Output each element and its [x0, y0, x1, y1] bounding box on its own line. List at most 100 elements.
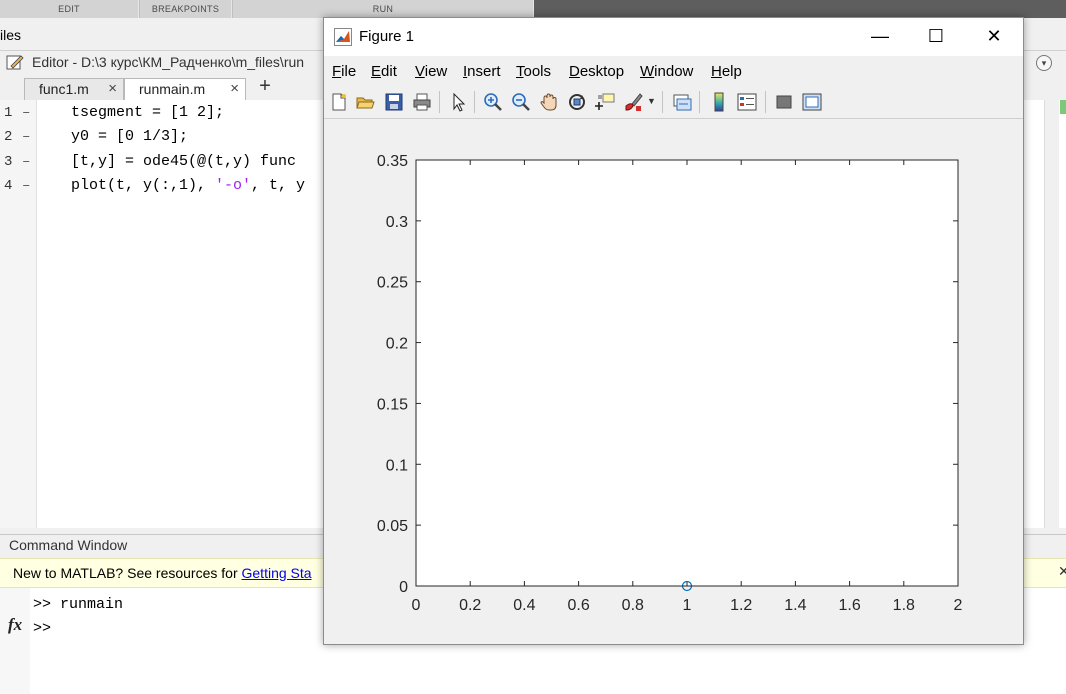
x-tick-label: 0 — [412, 597, 421, 614]
toolstrip-section-run: RUN — [233, 0, 533, 18]
x-tick-label: 1.4 — [784, 597, 806, 614]
function-browser-icon[interactable]: fx — [8, 615, 22, 635]
figure-window[interactable]: Figure 1 — ☐ ✕ File Edit View Insert Too… — [323, 17, 1024, 645]
close-icon[interactable]: × — [108, 80, 117, 97]
getting-started-link[interactable]: Getting Sta — [242, 565, 312, 581]
x-tick-label: 0.8 — [622, 597, 644, 614]
y-tick-label: 0.25 — [377, 275, 408, 292]
code-analyzer-status-icon[interactable] — [1060, 100, 1066, 114]
figure-title-bar[interactable]: Figure 1 — ☐ ✕ — [324, 18, 1023, 56]
toolstrip-section-edit: EDIT — [0, 0, 138, 18]
files-panel-label: iles — [0, 27, 22, 43]
y-tick-label: 0.05 — [377, 518, 408, 535]
tab-label: runmain.m — [139, 81, 206, 97]
editor-title: Editor - D:\3 курс\КМ_Радченко\m_files\r… — [32, 54, 305, 70]
editor-pencil-icon — [6, 55, 24, 70]
line-number: 4 — [4, 178, 13, 194]
toolbar-divider — [474, 91, 475, 113]
banner-text: New to MATLAB? See resources for Getting… — [13, 565, 312, 581]
desktop-background-strip — [534, 0, 1066, 18]
show-plot-tools-icon[interactable] — [802, 92, 822, 112]
chart-canvas[interactable]: 0 0.2 0.4 0.6 0.8 1 1.2 1.4 1.6 1.8 2 0 0.05 0.1 0.15 0… — [324, 119, 1023, 644]
legend-icon[interactable] — [737, 92, 757, 112]
menu-file[interactable]: File — [332, 63, 356, 80]
y-tick-label: 0.15 — [377, 396, 408, 413]
matlab-logo-icon — [334, 28, 352, 46]
x-tick-label: 0.6 — [567, 597, 589, 614]
y-tick-label: 0.35 — [377, 153, 408, 170]
breakpoint-dash[interactable]: – — [22, 154, 30, 170]
command-history-line: >> runmain — [33, 596, 124, 613]
tab-runmain[interactable]: runmain.m × — [124, 78, 246, 100]
code-text: , t, y — [251, 177, 306, 194]
menu-desktop[interactable]: Desktop — [569, 63, 624, 80]
chevron-down-icon[interactable]: ▾ — [1036, 55, 1052, 71]
y-tick-label: 0 — [399, 579, 408, 596]
code-string: '-o' — [215, 177, 252, 194]
menu-help[interactable]: Help — [711, 63, 742, 80]
chevron-down-icon[interactable]: ▼ — [647, 96, 656, 106]
x-tick-label: 1.8 — [893, 597, 915, 614]
command-window-title: Command Window — [9, 537, 128, 553]
command-prompt[interactable]: >> — [33, 620, 51, 637]
line-number: 1 — [4, 105, 13, 121]
y-tick-label: 0.3 — [386, 214, 408, 231]
link-plot-icon[interactable] — [672, 92, 692, 112]
axes-background[interactable] — [416, 160, 958, 586]
new-figure-icon[interactable] — [329, 92, 349, 112]
toolbar-divider — [765, 91, 766, 113]
zoom-in-icon[interactable] — [483, 92, 503, 112]
code-line[interactable]: y0 = [0 1/3]; — [71, 128, 188, 145]
toolbar-divider — [439, 91, 440, 113]
x-tick-label: 2 — [954, 597, 963, 614]
menu-view[interactable]: View — [415, 63, 447, 80]
figure-toolbar: ▼ — [324, 86, 1023, 119]
new-tab-button[interactable]: + — [250, 76, 280, 98]
close-button[interactable]: ✕ — [971, 18, 1017, 54]
hide-plot-tools-icon[interactable] — [774, 92, 794, 112]
line-number: 2 — [4, 129, 13, 145]
x-tick-label: 1 — [683, 597, 692, 614]
toolstrip-section-breakpoints: BREAKPOINTS — [140, 0, 231, 18]
maximize-button[interactable]: ☐ — [913, 18, 959, 54]
figure-menu-bar: File Edit View Insert Tools Desktop Wind… — [324, 58, 1023, 118]
colorbar-icon[interactable] — [709, 92, 729, 112]
rotate-3d-icon[interactable] — [567, 92, 587, 112]
x-tick-label: 1.6 — [838, 597, 860, 614]
toolbar-divider — [699, 91, 700, 113]
save-icon[interactable] — [384, 92, 404, 112]
menu-tools[interactable]: Tools — [516, 63, 551, 80]
pan-hand-icon[interactable] — [539, 92, 559, 112]
menu-window[interactable]: Window — [640, 63, 693, 80]
x-tick-label: 0.2 — [459, 597, 481, 614]
toolbar-divider — [662, 91, 663, 113]
close-icon[interactable]: × — [230, 80, 239, 97]
line-number: 3 — [4, 154, 13, 170]
close-icon[interactable]: ✕ — [1058, 563, 1066, 580]
print-icon[interactable] — [412, 92, 432, 112]
x-tick-label: 1.2 — [730, 597, 752, 614]
y-tick-label: 0.1 — [386, 457, 408, 474]
y-tick-label: 0.2 — [386, 336, 408, 353]
code-line[interactable]: plot(t, y(:,1), '-o', t, y — [71, 177, 305, 194]
toolstrip-section-bar: EDIT BREAKPOINTS RUN — [0, 0, 1066, 18]
menu-edit[interactable]: Edit — [371, 63, 397, 80]
breakpoint-dash[interactable]: – — [22, 129, 30, 145]
zoom-out-icon[interactable] — [511, 92, 531, 112]
breakpoint-dash[interactable]: – — [22, 105, 30, 121]
data-cursor-icon[interactable] — [595, 92, 615, 112]
minimize-button[interactable]: — — [857, 18, 903, 54]
plot-panel: 0 0.2 0.4 0.6 0.8 1 1.2 1.4 1.6 1.8 2 0 0.05 0.1 0.15 0… — [324, 119, 1023, 644]
menu-insert[interactable]: Insert — [463, 63, 501, 80]
command-gutter — [0, 588, 30, 694]
tab-func1[interactable]: func1.m × — [24, 78, 124, 100]
brush-icon[interactable] — [623, 92, 643, 112]
open-file-icon[interactable] — [355, 92, 375, 112]
code-line[interactable]: tsegment = [1 2]; — [71, 104, 224, 121]
edit-plot-arrow-icon[interactable] — [448, 92, 468, 112]
code-line[interactable]: [t,y] = ode45(@(t,y) func — [71, 153, 296, 170]
banner-message: New to MATLAB? See resources for — [13, 565, 242, 581]
editor-scrollbar[interactable] — [1044, 100, 1059, 528]
breakpoint-dash[interactable]: – — [22, 178, 30, 194]
code-text: plot(t, y(:,1), — [71, 177, 216, 194]
